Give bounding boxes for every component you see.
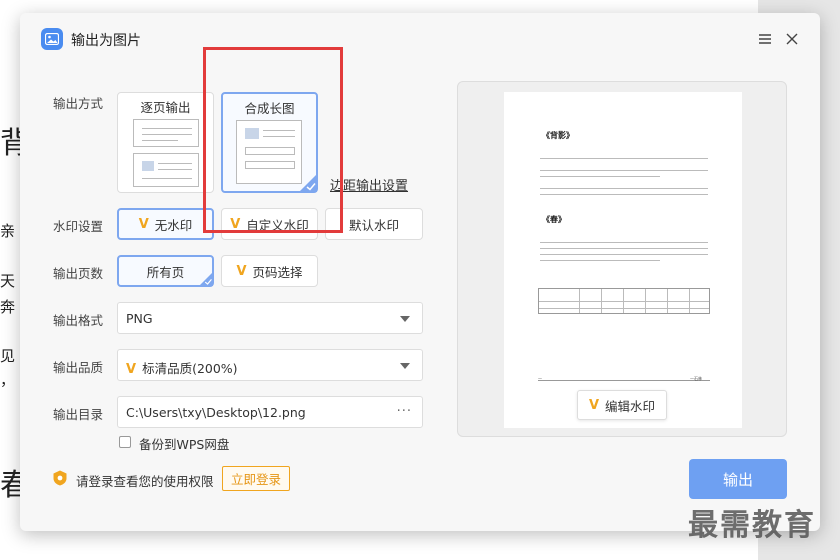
page-range-button[interactable]: V 页码选择 — [221, 255, 318, 287]
quality-value-wrap: V 标清品质(200%) — [126, 358, 238, 377]
bg-text-fragment: 奔 — [0, 298, 16, 316]
chevron-down-icon — [400, 363, 410, 369]
per-page-output-card[interactable]: 逐页输出 — [117, 92, 214, 193]
directory-input[interactable]: C:\Users\txy\Desktop\12.png ··· — [117, 396, 423, 428]
bg-text-fragment: 天 — [0, 272, 16, 290]
pages-label: 输出页数 — [53, 266, 104, 281]
preview-table — [538, 288, 710, 314]
all-pages-button[interactable]: 所有页 — [117, 255, 214, 287]
quality-label: 输出品质 — [53, 360, 104, 375]
preview-page: 《背影》 《春》 — —石林 — [504, 92, 742, 428]
v-badge-icon: V — [138, 216, 149, 232]
v-badge-icon: V — [236, 263, 247, 279]
close-icon[interactable] — [785, 31, 799, 45]
default-watermark-label: 默认水印 — [348, 217, 399, 233]
watermark-label: 水印设置 — [53, 219, 104, 234]
bg-text-fragment: ， — [0, 371, 16, 389]
bg-text-fragment: 亲 — [0, 222, 16, 240]
site-watermark-logo: 最需教育 — [688, 508, 816, 543]
format-value: PNG — [126, 311, 153, 326]
preview-heading: 《春》 — [542, 214, 566, 224]
output-mode-label: 输出方式 — [53, 96, 104, 111]
chevron-down-icon — [400, 316, 410, 322]
backup-label: 备份到WPS网盘 — [139, 437, 230, 452]
browse-more-icon[interactable]: ··· — [397, 404, 412, 419]
page-thumbnail — [133, 153, 199, 187]
annotation-highlight-box — [203, 47, 343, 233]
v-badge-icon: V — [588, 397, 600, 413]
selected-check-icon — [199, 272, 213, 286]
menu-icon[interactable] — [758, 31, 772, 45]
login-prompt-text: 请登录查看您的使用权限 — [76, 474, 214, 489]
dialog-title: 输出为图片 — [71, 33, 141, 49]
format-label: 输出格式 — [53, 313, 104, 328]
bg-text-fragment: 见 — [0, 347, 16, 365]
export-image-dialog: 输出为图片 输出方式 逐页输出 合成长图 边距输出设置 水印设置 V 无水印 V… — [20, 13, 820, 531]
preview-footer-right: —石林 — [690, 376, 702, 381]
quality-select[interactable]: V 标清品质(200%) — [117, 349, 423, 381]
no-watermark-button[interactable]: V 无水印 — [117, 208, 214, 240]
export-button[interactable]: 输出 — [689, 459, 787, 499]
page-thumbnail — [133, 119, 199, 147]
backup-checkbox[interactable] — [119, 436, 131, 448]
page-range-label: 页码选择 — [252, 264, 303, 280]
directory-label: 输出目录 — [53, 407, 104, 422]
edit-watermark-button[interactable]: V 编辑水印 — [577, 390, 667, 420]
preview-panel: 《背影》 《春》 — —石林 — [457, 81, 787, 437]
all-pages-label: 所有页 — [146, 264, 185, 280]
format-select[interactable]: PNG — [117, 302, 423, 334]
directory-value: C:\Users\txy\Desktop\12.png — [126, 405, 306, 420]
v-badge-icon: V — [126, 362, 137, 377]
quality-value: 标清品质(200%) — [142, 361, 238, 376]
title-bar: 输出为图片 — [20, 13, 820, 65]
image-export-icon — [41, 28, 63, 50]
per-page-output-label: 逐页输出 — [140, 100, 191, 115]
preview-heading: 《背影》 — [542, 130, 574, 140]
shield-icon — [53, 470, 67, 486]
login-button[interactable]: 立即登录 — [222, 466, 290, 491]
no-watermark-label: 无水印 — [154, 217, 193, 233]
edit-watermark-label: 编辑水印 — [605, 398, 656, 414]
preview-footer-left: — — [538, 376, 542, 381]
